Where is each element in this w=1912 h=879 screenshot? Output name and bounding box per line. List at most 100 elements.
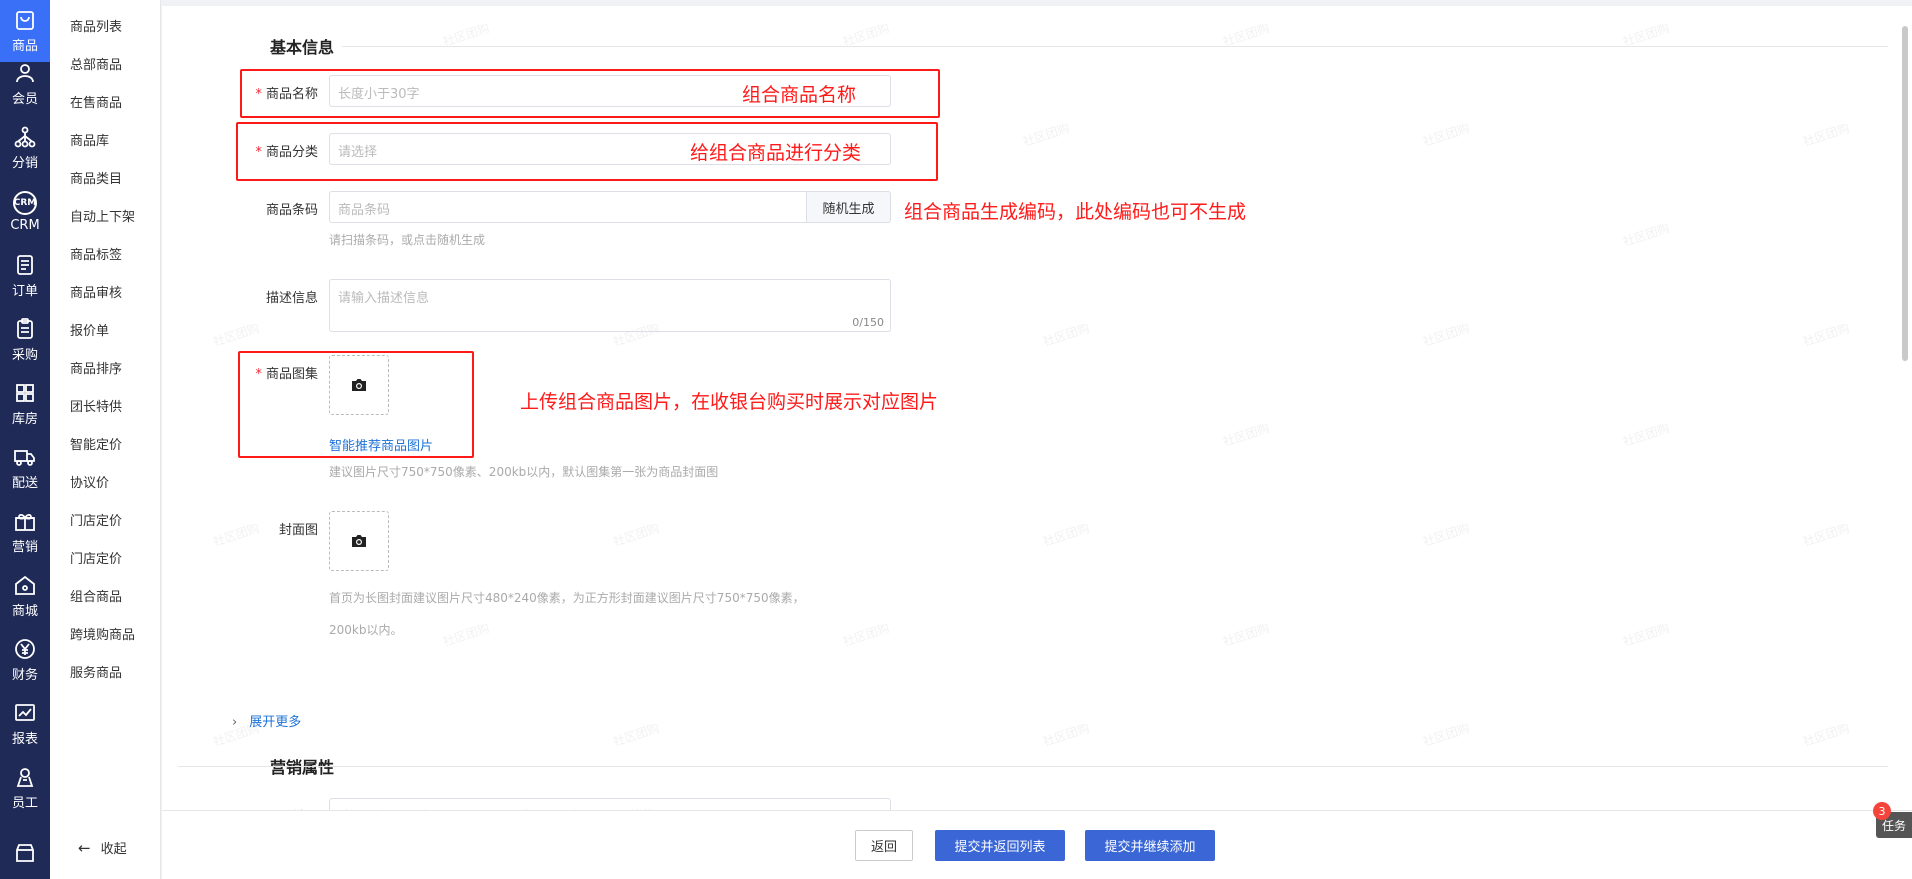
watermark: 社区团购 xyxy=(1621,420,1672,450)
rail-label: 财务 xyxy=(11,668,38,683)
product-form-panel: 社区团购 社区团购 社区团购 社区团购 社区团购 社区团购 社区团购 社区团购 … xyxy=(162,6,1912,879)
truck-icon xyxy=(14,450,35,466)
submenu-item-smart-pricing[interactable]: 智能定价 xyxy=(70,434,122,453)
submenu-item-auto-shelf[interactable]: 自动上下架 xyxy=(70,206,135,225)
rail-label: 采购 xyxy=(11,348,38,363)
rail-label: 分销 xyxy=(11,156,38,171)
rail-label: 配送 xyxy=(11,476,38,491)
submenu-item-bundle[interactable]: 组合商品 xyxy=(70,586,122,605)
staff-icon xyxy=(16,768,34,787)
watermark: 社区团购 xyxy=(1621,220,1672,250)
watermark: 社区团购 xyxy=(1221,620,1272,650)
back-button[interactable]: 返回 xyxy=(855,830,913,861)
submenu-item-quotes[interactable]: 报价单 xyxy=(70,320,109,339)
scrollbar[interactable] xyxy=(1902,26,1908,361)
rail-item-member[interactable]: 会员 xyxy=(0,53,50,115)
section-title-basic-info: 基本信息 xyxy=(270,38,335,57)
cover-hint-line2: 200kb以内。 xyxy=(329,623,403,637)
submenu-item-cross-border[interactable]: 跨境购商品 xyxy=(70,624,135,643)
submenu-item-product-list[interactable]: 商品列表 xyxy=(70,16,122,35)
rail-label: 会员 xyxy=(11,92,38,107)
collapse-label: 收起 xyxy=(100,842,127,857)
barcode-input[interactable]: 商品条码 xyxy=(329,191,807,223)
crm-icon: CRM xyxy=(13,191,37,215)
chart-icon xyxy=(15,704,35,721)
watermark: 社区团购 xyxy=(611,520,662,550)
annotation-box-gallery xyxy=(238,351,474,458)
expand-more-label: 展开更多 xyxy=(249,715,302,730)
rail-item-reports[interactable]: 报表 xyxy=(0,693,50,755)
watermark: 社区团购 xyxy=(1421,120,1472,150)
gift-icon xyxy=(15,513,35,531)
submenu-item-store-pricing[interactable]: 门店定价 xyxy=(70,510,122,529)
watermark: 社区团购 xyxy=(1801,120,1852,150)
submenu-item-store-pricing-2[interactable]: 门店定价 xyxy=(70,548,122,567)
form-footer: 返回 提交并返回列表 提交并继续添加 xyxy=(162,810,1912,879)
rail-label: 库房 xyxy=(11,412,38,427)
description-placeholder: 请输入描述信息 xyxy=(338,291,430,306)
watermark: 社区团购 xyxy=(1021,120,1072,150)
watermark: 社区团购 xyxy=(1801,720,1852,750)
description-textarea[interactable]: 请输入描述信息 0/150 xyxy=(329,279,891,332)
watermark: 社区团购 xyxy=(1621,620,1672,650)
rail-item-distribution[interactable]: 分销 xyxy=(0,117,50,179)
rail-label: 员工 xyxy=(11,796,38,811)
submenu-item-leader-special[interactable]: 团长特供 xyxy=(70,396,122,415)
network-icon xyxy=(14,126,36,148)
cover-upload[interactable] xyxy=(329,511,389,571)
collapse-button[interactable]: ← 收起 xyxy=(78,838,127,858)
submenu-item-agreement-price[interactable]: 协议价 xyxy=(70,472,109,491)
submenu-item-on-sale[interactable]: 在售商品 xyxy=(70,92,122,111)
bag-icon xyxy=(16,11,34,30)
watermark: 社区团购 xyxy=(1421,320,1472,350)
annotation-category: 给组合商品进行分类 xyxy=(690,142,862,164)
description-label: 描述信息 xyxy=(265,291,318,306)
submenu-item-categories[interactable]: 商品类目 xyxy=(70,168,122,187)
rail-item-warehouse[interactable]: 库房 xyxy=(0,373,50,435)
watermark: 社区团购 xyxy=(611,720,662,750)
rail-item-purchase[interactable]: 采购 xyxy=(0,309,50,371)
submit-continue-button[interactable]: 提交并继续添加 xyxy=(1085,830,1215,861)
rail-item-staff[interactable]: 员工 xyxy=(0,757,50,819)
expand-more-link[interactable]: › 展开更多 xyxy=(232,711,301,730)
watermark: 社区团购 xyxy=(1041,720,1092,750)
warehouse-icon xyxy=(16,384,34,402)
rail-item-crm[interactable]: CRM CRM xyxy=(0,181,50,243)
watermark: 社区团购 xyxy=(1041,520,1092,550)
watermark: 社区团购 xyxy=(1421,720,1472,750)
task-count-badge: 3 xyxy=(1873,802,1891,820)
watermark: 社区团购 xyxy=(841,620,892,650)
submenu-item-hq-products[interactable]: 总部商品 xyxy=(70,54,122,73)
camera-icon xyxy=(352,535,366,547)
barcode-label: 商品条码 xyxy=(265,203,318,218)
rail-label: 商城 xyxy=(11,604,38,619)
submenu-item-tags[interactable]: 商品标签 xyxy=(70,244,122,263)
rail-item-orders[interactable]: 订单 xyxy=(0,245,50,307)
submit-return-button[interactable]: 提交并返回列表 xyxy=(935,830,1065,861)
annotation-name: 组合商品名称 xyxy=(742,84,857,106)
rail-label: 报表 xyxy=(11,732,38,747)
random-generate-button[interactable]: 随机生成 xyxy=(806,191,891,223)
rail-item-marketing[interactable]: 营销 xyxy=(0,501,50,563)
rail-item-store[interactable] xyxy=(0,830,50,879)
watermark: 社区团购 xyxy=(1041,320,1092,350)
submenu-item-product-library[interactable]: 商品库 xyxy=(70,130,109,149)
submenu-item-sorting[interactable]: 商品排序 xyxy=(70,358,122,377)
section-divider xyxy=(178,766,1888,767)
submenu-item-review[interactable]: 商品审核 xyxy=(70,282,122,301)
char-counter: 0/150 xyxy=(852,316,884,329)
rail-item-delivery[interactable]: 配送 xyxy=(0,437,50,499)
gallery-hint: 建议图片尺寸750*750像素、200kb以内，默认图集第一张为商品封面图 xyxy=(329,465,719,479)
yen-icon xyxy=(15,639,35,659)
submenu-item-service[interactable]: 服务商品 xyxy=(70,662,122,681)
rail-item-mall[interactable]: 商城 xyxy=(0,565,50,627)
cover-label: 封面图 xyxy=(278,523,318,538)
watermark: 社区团购 xyxy=(1801,520,1852,550)
rail-label: 营销 xyxy=(11,540,38,555)
barcode-hint: 请扫描条码，或点击随机生成 xyxy=(329,233,486,247)
document-icon xyxy=(17,255,33,275)
rail-label: 订单 xyxy=(11,284,38,299)
clipboard-icon xyxy=(17,318,33,339)
rail-item-finance[interactable]: 财务 xyxy=(0,629,50,691)
arrow-left-icon: ← xyxy=(78,838,91,857)
